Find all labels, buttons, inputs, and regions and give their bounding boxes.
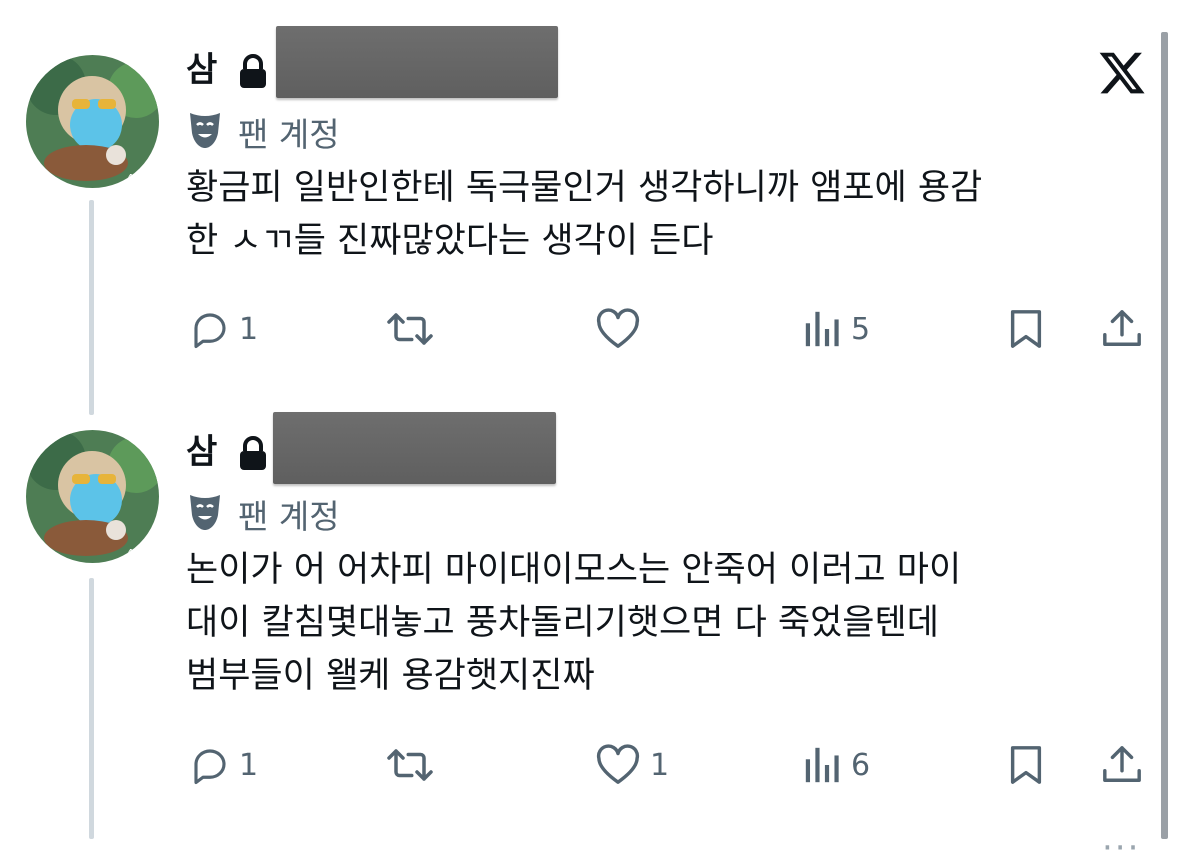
svg-text:42: 42 [126,172,141,186]
action-bar: 1 1 6 [0,734,1160,794]
repost-icon [385,308,435,350]
reply-icon [189,308,231,350]
scrollbar[interactable] [1161,32,1168,839]
badge-label: 팬 계정 [238,115,340,154]
view-count: 5 [851,311,871,347]
views-button[interactable]: 5 [803,308,870,350]
analytics-icon [803,308,843,350]
tweet[interactable]: 42 삼 팬 계정 황금피 일반인한테 독극물인거 생각하니까 앰포에 용감 한… [0,0,1160,400]
tweet[interactable]: 42 삼 ··· 팬 계정 논이가 어 어차피 마이대이모스는 안죽어 이러고 … [0,400,1160,865]
like-button[interactable]: 1 [594,744,669,786]
repost-icon [385,744,435,786]
repost-button[interactable] [385,308,443,350]
heart-icon [594,308,642,350]
text-line: 대이 칼침몇대놓고 풍차돌리기햇으면 다 죽었을텐데 [186,603,939,643]
svg-text:42: 42 [126,547,141,561]
tweet-text: 황금피 일반인한테 독극물인거 생각하니까 앰포에 용감 한 ㅅㄲ들 진짜많았다… [186,162,1146,268]
text-line: 한 ㅅㄲ들 진짜많았다는 생각이 든다 [186,221,714,261]
reply-count: 1 [239,311,259,347]
bookmark-button[interactable] [1006,308,1046,350]
reply-count: 1 [239,747,259,783]
reply-button[interactable]: 1 [189,744,258,786]
theater-masks-icon [186,491,224,537]
views-button[interactable]: 6 [803,744,870,786]
author-name[interactable]: 삼 [186,50,217,90]
theater-masks-icon [186,109,224,155]
fan-account-badge: 팬 계정 [186,490,340,538]
text-line: 황금피 일반인한테 독극물인거 생각하니까 앰포에 용감 [186,168,983,208]
more-options-icon[interactable]: ··· [1102,831,1140,865]
badge-label: 팬 계정 [238,497,340,536]
like-count: 1 [650,747,670,783]
action-bar: 1 5 [0,298,1160,358]
analytics-icon [803,744,843,786]
share-button[interactable] [1101,744,1143,786]
bookmark-button[interactable] [1006,744,1046,786]
like-button[interactable] [594,308,650,350]
share-icon [1101,308,1143,350]
share-icon [1101,744,1143,786]
author-name[interactable]: 삼 [186,432,217,472]
text-line: 범부들이 왤케 용감햇지진짜 [186,656,595,696]
reply-icon [189,744,231,786]
share-button[interactable] [1101,308,1143,350]
lock-icon [236,54,270,94]
avatar[interactable]: 42 [26,430,159,563]
fan-account-badge: 팬 계정 [186,108,340,156]
redacted-handle [273,412,556,484]
text-line: 논이가 어 어차피 마이대이모스는 안죽어 이러고 마이 [186,550,962,590]
bookmark-icon [1006,744,1046,786]
heart-icon [594,744,642,786]
tweet-text: 논이가 어 어차피 마이대이모스는 안죽어 이러고 마이 대이 칼침몇대놓고 풍… [186,544,1146,703]
view-count: 6 [851,747,871,783]
repost-button[interactable] [385,744,443,786]
bookmark-icon [1006,308,1046,350]
reply-button[interactable]: 1 [189,308,258,350]
avatar[interactable]: 42 [26,55,159,188]
redacted-handle [276,26,558,98]
lock-icon [236,436,270,476]
